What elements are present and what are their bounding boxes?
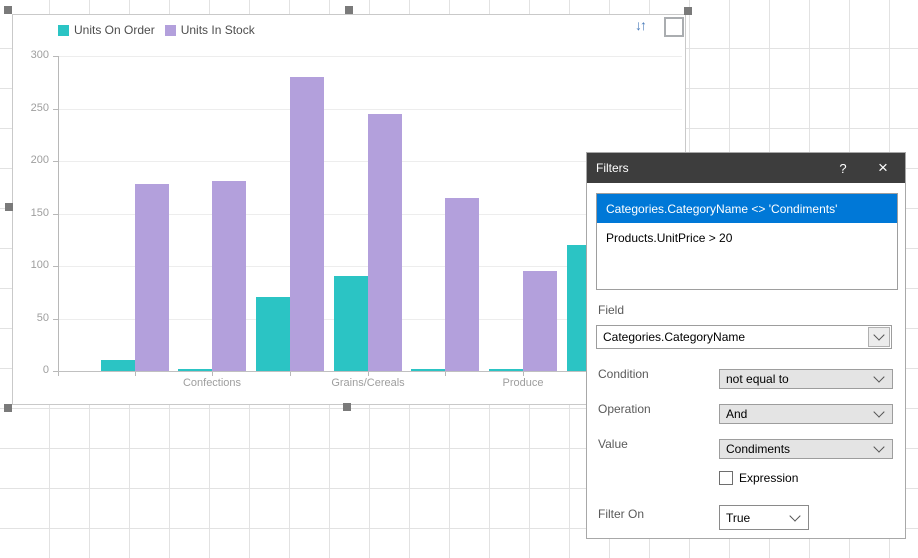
selection-handle-top-right[interactable] xyxy=(684,7,692,15)
selection-handle-top-left[interactable] xyxy=(4,6,12,14)
y-axis-tick-label: 200 xyxy=(13,154,49,166)
x-axis-category-label: Produce xyxy=(463,377,583,389)
legend-item: Units In Stock xyxy=(165,23,255,37)
bar-units-in-stock xyxy=(523,271,557,371)
legend-label: Units On Order xyxy=(74,23,155,37)
filter-on-combobox[interactable]: True xyxy=(719,505,809,530)
chart-legend: Units On Order Units In Stock xyxy=(58,23,255,37)
plot-gridline xyxy=(58,56,682,57)
bar-units-in-stock xyxy=(445,198,479,371)
filters-dialog: Filters ? × Categories.CategoryName <> '… xyxy=(586,152,906,539)
operation-combobox[interactable]: And xyxy=(719,404,893,424)
y-axis-tick-label: 250 xyxy=(13,102,49,114)
chevron-down-icon xyxy=(873,406,884,417)
close-icon[interactable]: × xyxy=(861,153,905,183)
filter-list-item[interactable]: Products.UnitPrice > 20 xyxy=(597,223,897,252)
bar-units-in-stock xyxy=(212,181,246,371)
condition-combobox[interactable]: not equal to xyxy=(719,369,893,389)
bar-units-on-order xyxy=(101,360,135,371)
bar-units-on-order xyxy=(334,276,368,371)
value-label: Value xyxy=(598,437,628,451)
x-axis-category-label: Confections xyxy=(152,377,272,389)
selection-handle-bottom-center[interactable] xyxy=(343,403,351,411)
filter-list: Categories.CategoryName <> 'Condiments' … xyxy=(596,193,898,290)
filter-on-label: Filter On xyxy=(598,507,644,521)
x-axis-category-label: Grains/Cereals xyxy=(308,377,428,389)
y-axis-tick-label: 50 xyxy=(13,312,49,324)
field-dropdown-button[interactable] xyxy=(868,327,890,347)
expression-checkbox[interactable] xyxy=(719,471,733,485)
field-value: Categories.CategoryName xyxy=(597,330,745,344)
bar-units-in-stock xyxy=(368,114,402,371)
y-axis-tick-label: 0 xyxy=(13,364,49,376)
x-axis-tick xyxy=(523,372,524,376)
chart-checkbox[interactable] xyxy=(664,17,684,37)
operation-value: And xyxy=(720,407,747,421)
dialog-header[interactable]: Filters ? × xyxy=(587,153,905,183)
legend-swatch-icon xyxy=(165,25,176,36)
operation-label: Operation xyxy=(598,402,651,416)
x-axis-tick xyxy=(212,372,213,376)
bar-units-on-order xyxy=(178,369,212,371)
x-axis-tick xyxy=(368,372,369,376)
legend-item: Units On Order xyxy=(58,23,155,37)
selection-handle-top-center[interactable] xyxy=(345,6,353,14)
bar-units-on-order xyxy=(411,369,445,371)
filter-on-value: True xyxy=(720,511,750,525)
filter-item-text: Products.UnitPrice > 20 xyxy=(606,231,732,245)
expression-label: Expression xyxy=(739,471,798,485)
x-axis-tick xyxy=(445,372,446,376)
value-value: Condiments xyxy=(720,442,790,456)
y-axis-tick-label: 100 xyxy=(13,259,49,271)
bar-units-in-stock xyxy=(290,77,324,371)
x-axis-tick xyxy=(58,372,59,376)
legend-label: Units In Stock xyxy=(181,23,255,37)
bar-units-in-stock xyxy=(135,184,169,371)
dialog-title: Filters xyxy=(587,161,825,175)
chevron-down-icon xyxy=(873,329,884,340)
x-axis-tick xyxy=(290,372,291,376)
help-button[interactable]: ? xyxy=(825,153,861,183)
field-label: Field xyxy=(598,303,624,317)
plot-gridline xyxy=(58,109,682,110)
filter-list-item[interactable]: Categories.CategoryName <> 'Condiments' xyxy=(597,194,897,223)
y-axis-line xyxy=(58,56,59,371)
bar-units-on-order xyxy=(489,369,523,371)
y-axis-tick-label: 150 xyxy=(13,207,49,219)
condition-value: not equal to xyxy=(720,372,789,386)
field-combobox[interactable]: Categories.CategoryName xyxy=(596,325,892,349)
selection-handle-bottom-left[interactable] xyxy=(4,404,12,412)
chart-panel: Units On Order Units In Stock 0 50 100 150 20… xyxy=(12,14,686,405)
chevron-down-icon xyxy=(873,371,884,382)
bar-units-on-order xyxy=(256,297,290,371)
filter-item-text: Categories.CategoryName <> 'Condiments' xyxy=(606,202,837,216)
selection-handle-middle-left[interactable] xyxy=(5,203,13,211)
chevron-down-icon xyxy=(789,510,800,521)
value-combobox[interactable]: Condiments xyxy=(719,439,893,459)
condition-label: Condition xyxy=(598,367,649,381)
sort-arrows-icon[interactable]: ↓↑ xyxy=(635,17,645,33)
chevron-down-icon xyxy=(873,441,884,452)
y-axis-tick-label: 300 xyxy=(13,49,49,61)
x-axis-tick xyxy=(135,372,136,376)
legend-swatch-icon xyxy=(58,25,69,36)
